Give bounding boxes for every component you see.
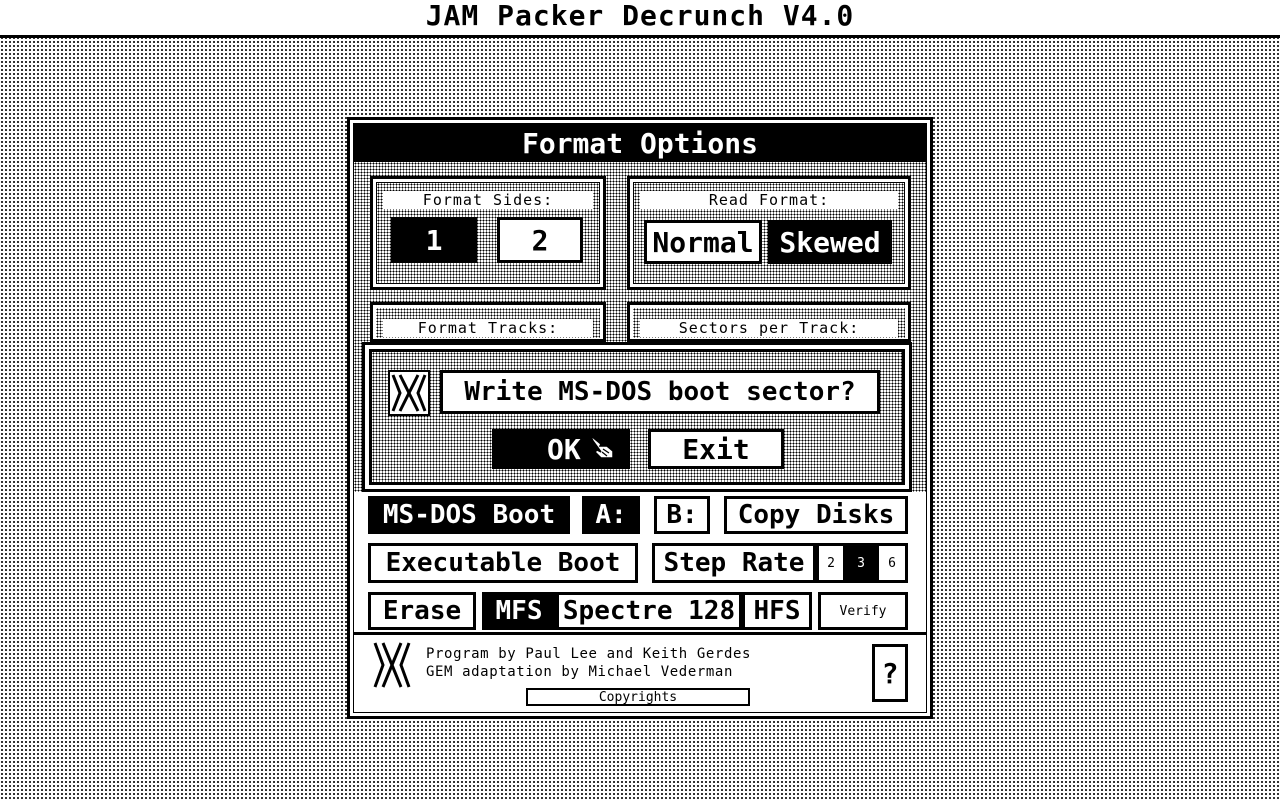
executable-boot-button[interactable]: Executable Boot: [368, 543, 638, 583]
credits-line-2: GEM adaptation by Michael Vederman: [426, 664, 733, 680]
mfs-button[interactable]: MFS: [482, 592, 556, 630]
step-rate-3-button[interactable]: 3: [846, 543, 876, 583]
pointing-hand-cursor-icon: [587, 431, 617, 468]
read-format-skewed-button[interactable]: Skewed: [768, 220, 892, 264]
alert-message: Write MS-DOS boot sector?: [440, 370, 880, 414]
erase-button[interactable]: Erase: [368, 592, 476, 630]
jam-logo-icon: [388, 370, 430, 416]
window-title: JAM Packer Decrunch V4.0: [425, 0, 855, 32]
hfs-button[interactable]: HFS: [742, 592, 812, 630]
dialog-title: Format Options: [354, 124, 926, 162]
sides-2-button[interactable]: 2: [497, 217, 583, 263]
verify-button[interactable]: Verify: [818, 592, 908, 630]
sides-1-button[interactable]: 1: [391, 217, 477, 263]
spectre-128-button[interactable]: Spectre 128: [556, 592, 742, 630]
read-format-normal-button[interactable]: Normal: [644, 220, 762, 264]
copy-disks-button[interactable]: Copy Disks: [724, 496, 908, 534]
step-rate-2-button[interactable]: 2: [816, 543, 846, 583]
format-sides-label: Format Sides:: [383, 191, 593, 209]
exit-button[interactable]: Exit: [648, 429, 784, 469]
format-tracks-group: Format Tracks:: [370, 302, 606, 342]
ok-button[interactable]: OK: [492, 429, 630, 469]
credits-line-1: Program by Paul Lee and Keith Gerdes: [426, 646, 752, 662]
sectors-per-track-label: Sectors per Track:: [640, 319, 898, 337]
read-format-label: Read Format:: [640, 191, 898, 209]
drive-a-button[interactable]: A:: [582, 496, 640, 534]
step-rate-6-button[interactable]: 6: [876, 543, 908, 583]
ms-dos-boot-button[interactable]: MS-DOS Boot: [368, 496, 570, 534]
copyrights-button[interactable]: Copyrights: [526, 688, 750, 706]
sectors-per-track-group: Sectors per Track:: [627, 302, 911, 342]
drive-b-button[interactable]: B:: [654, 496, 710, 534]
format-tracks-label: Format Tracks:: [383, 319, 593, 337]
jam-logo-small-icon: [372, 640, 412, 690]
step-rate-label: Step Rate: [652, 543, 816, 583]
alert-box: [362, 342, 912, 492]
help-button[interactable]: ?: [872, 644, 908, 702]
title-bar: JAM Packer Decrunch V4.0: [0, 0, 1280, 38]
